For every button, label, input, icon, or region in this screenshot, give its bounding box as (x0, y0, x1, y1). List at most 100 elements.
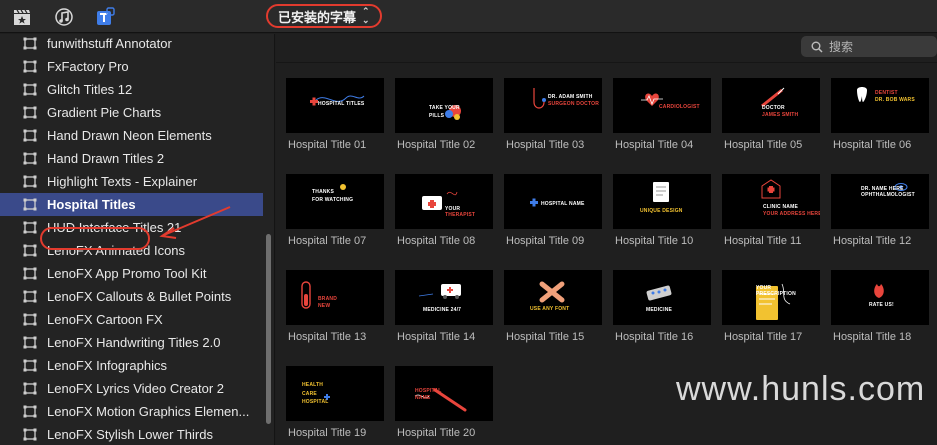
chevron-updown-icon: ⌃ ⌄ (362, 6, 370, 25)
sidebar-item[interactable]: LenoFX Stylish Lower Thirds (0, 423, 263, 445)
title-tile-label: Hospital Title 11 (724, 235, 802, 247)
title-tile-label: Hospital Title 18 (833, 331, 912, 343)
sidebar-item[interactable]: funwithstuff Annotator (0, 34, 263, 55)
sidebar-item[interactable]: LenoFX Callouts & Bullet Points (0, 285, 263, 308)
clapperboard-star-icon[interactable] (11, 6, 33, 28)
sidebar-item[interactable]: LenoFX App Promo Tool Kit (0, 262, 263, 285)
title-thumbnail: DR. ADAM SMITH SURGEON DOCTOR (504, 78, 602, 133)
thumbnail-text: THANKS (312, 189, 335, 195)
sidebar-scrollbar[interactable] (266, 234, 271, 424)
title-tile[interactable]: UNIQUE DESIGN Hospital Title 10 (603, 174, 711, 260)
title-tile[interactable]: HOSPITAL NAME Hospital Title 09 (494, 174, 602, 260)
title-tile[interactable]: DR. ADAM SMITH SURGEON DOCTOR Hospital Tit… (494, 78, 602, 164)
thumbnail-text: BRAND (318, 296, 338, 302)
title-library-icon (23, 152, 37, 165)
sidebar-item-label: LenoFX Stylish Lower Thirds (47, 427, 213, 442)
title-library-icon (23, 267, 37, 280)
sidebar-item-label: Gradient Pie Charts (47, 105, 162, 120)
thumbnail-graphic (761, 179, 781, 199)
installed-titles-dropdown[interactable]: 已安装的字幕 ⌃ ⌄ (266, 4, 382, 28)
sidebar-item-label: LenoFX Handwriting Titles 2.0 (47, 335, 221, 350)
thumbnail-text: MEDICINE (646, 307, 673, 313)
thumbnail-graphic (894, 183, 908, 191)
title-tile-label: Hospital Title 05 (724, 139, 803, 151)
title-library-icon (23, 198, 37, 211)
title-thumbnail: DR. NAME HERE OPHTHALMOLOGIST (831, 174, 929, 229)
title-library-icon (23, 244, 37, 257)
sidebar-item-label: Hand Drawn Neon Elements (47, 128, 212, 143)
title-tile-label: Hospital Title 10 (615, 235, 694, 247)
title-tile[interactable]: HOSPITAL NAME Hospital Title 20 (385, 366, 493, 445)
sidebar-item-label: LenoFX Cartoon FX (47, 312, 163, 327)
thumbnail-text: OPHTHALMOLOGIST (861, 192, 915, 198)
title-tile[interactable]: THANKS FOR WATCHING Hospital Title 07 (276, 174, 384, 260)
sidebar-item[interactable]: LenoFX Lyrics Video Creator 2 (0, 377, 263, 400)
sidebar-item[interactable]: LenoFX Handwriting Titles 2.0 (0, 331, 263, 354)
sidebar-item[interactable]: Hospital Titles (0, 193, 263, 216)
thumbnail-text: HOSPITAL NAME (541, 201, 585, 207)
title-library-icon (23, 37, 37, 50)
sidebar-item[interactable]: Hand Drawn Neon Elements (0, 124, 263, 147)
title-tile[interactable]: DOCTOR JAMES SMITH Hospital Title 05 (712, 78, 820, 164)
title-tile[interactable]: RATE US! Hospital Title 18 (821, 270, 929, 356)
title-library-icon (23, 336, 37, 349)
title-thumbnail: DENTIST DR. BOB WARS (831, 78, 929, 133)
title-tile[interactable]: MEDICINE Hospital Title 16 (603, 270, 711, 356)
sidebar-item[interactable]: FxFactory Pro (0, 55, 263, 78)
title-tile[interactable]: YOUR THERAPIST Hospital Title 08 (385, 174, 493, 260)
title-tile[interactable]: MEDICINE 24/7 Hospital Title 14 (385, 270, 493, 356)
sidebar-item[interactable]: LenoFX Infographics (0, 354, 263, 377)
sidebar-item[interactable]: Hand Drawn Titles 2 (0, 147, 263, 170)
title-library-icon (23, 83, 37, 96)
sidebar-item[interactable]: Highlight Texts - Explainer (0, 170, 263, 193)
sidebar-item-label: LenoFX Callouts & Bullet Points (47, 289, 232, 304)
sidebar-item[interactable]: Glitch Titles 12 (0, 78, 263, 101)
thumbnail-text: CARE (302, 391, 317, 397)
thumbnail-graphic (422, 191, 458, 210)
title-tile-label: Hospital Title 13 (288, 331, 367, 343)
thumbnail-text: HOSPITAL (302, 399, 329, 405)
thumbnail-text: CARDIOLOGIST (659, 104, 700, 110)
thumbnail-text: CLINIC NAME (763, 204, 798, 210)
sidebar-item[interactable]: LenoFX Cartoon FX (0, 308, 263, 331)
title-tile-label: Hospital Title 17 (724, 331, 803, 343)
sidebar-item[interactable]: Gradient Pie Charts (0, 101, 263, 124)
thumbnail-text: TAKE YOUR (429, 105, 460, 111)
sidebar-item[interactable]: LenoFX Motion Graphics Elemen... (0, 400, 263, 423)
sidebar-item-label: Highlight Texts - Explainer (47, 174, 198, 189)
title-library-icon (23, 221, 37, 234)
title-thumbnail: USE ANY FONT (504, 270, 602, 325)
title-thumbnail: BRAND NEW (286, 270, 384, 325)
title-library-icon (23, 313, 37, 326)
title-tile[interactable]: BRAND NEW Hospital Title 13 (276, 270, 384, 356)
title-tile[interactable]: DENTIST DR. BOB WARS Hospital Title 06 (821, 78, 929, 164)
title-tile-label: Hospital Title 15 (506, 331, 585, 343)
title-tile[interactable]: HOSPITAL TITLES Hospital Title 01 (276, 78, 384, 164)
title-library-icon (23, 129, 37, 142)
thumbnail-text: SURGEON DOCTOR (548, 101, 600, 107)
search-input[interactable] (829, 39, 929, 54)
title-tile-label: Hospital Title 19 (288, 427, 367, 439)
sidebar-item-label: Hand Drawn Titles 2 (47, 151, 165, 166)
sidebar-item-label: Hospital Titles (47, 197, 136, 212)
title-tile[interactable]: YOUR PRESCRIPTION Hospital Title 17 (712, 270, 820, 356)
search-field[interactable] (801, 36, 937, 57)
top-toolbar: 已安装的字幕 ⌃ ⌄ (0, 0, 937, 33)
music-note-icon[interactable] (53, 6, 75, 28)
title-thumbnail: MEDICINE (613, 270, 711, 325)
title-tile[interactable]: USE ANY FONT Hospital Title 15 (494, 270, 602, 356)
title-tile[interactable]: HEALTH CARE HOSPITAL Hospital Title 19 (276, 366, 384, 445)
thumbnail-text: DR. ADAM SMITH (548, 94, 593, 100)
title-tile[interactable]: TAKE YOUR PILLS Hospital Title 02 (385, 78, 493, 164)
title-tile[interactable]: CARDIOLOGIST Hospital Title 04 (603, 78, 711, 164)
title-tile[interactable]: CLINIC NAME YOUR ADDRESS HERE Hospital Tit… (712, 174, 820, 260)
sidebar-item-label: FxFactory Pro (47, 59, 129, 74)
sidebar-item[interactable]: HUD Interface Titles 21 (0, 216, 263, 239)
sidebar-item[interactable]: LenoFX Animated Icons (0, 239, 263, 262)
title-thumbnail: CARDIOLOGIST (613, 78, 711, 133)
titles-t-icon[interactable] (94, 6, 116, 28)
title-library-icon (23, 290, 37, 303)
title-thumbnail: HOSPITAL NAME (504, 174, 602, 229)
title-thumbnail: DOCTOR JAMES SMITH (722, 78, 820, 133)
title-tile[interactable]: DR. NAME HERE OPHTHALMOLOGIST Hospital Tit… (821, 174, 929, 260)
